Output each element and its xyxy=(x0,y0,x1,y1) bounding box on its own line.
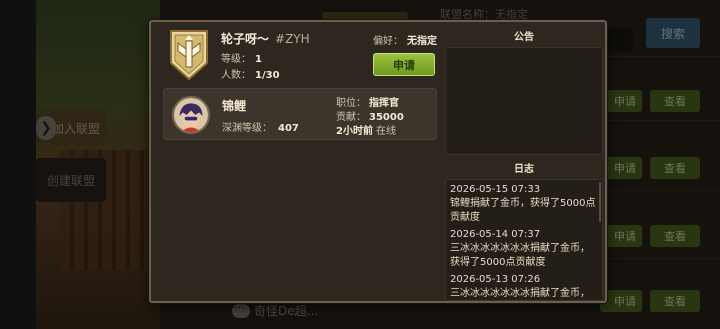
screen-edge xyxy=(0,0,36,329)
log-text: 锦鲤捐献了金币，获得了5000点贡献度 xyxy=(450,198,596,223)
member-card[interactable]: 锦鲤 深渊等级： 407 职位： 指挥官 贡献： 35000 2小时前 在线 xyxy=(163,88,437,140)
member-contribution: 贡献： 35000 xyxy=(336,108,404,123)
member-depth: 深渊等级： 407 xyxy=(222,119,299,134)
avatar-image xyxy=(172,96,210,134)
member-depth-value: 407 xyxy=(278,123,299,134)
guild-emblem-icon xyxy=(170,30,208,81)
member-status: 在线 xyxy=(375,126,396,137)
log-text: 三冰冰冰冰冰冰冰捐献了金币，获得了5000点贡献度 xyxy=(450,243,590,268)
guild-level-value: 1 xyxy=(255,54,262,65)
apply-button[interactable]: 申请 xyxy=(373,53,435,76)
guild-members-label: 人数： xyxy=(221,70,251,81)
guild-title: 轮子呀～ #ZYH xyxy=(221,30,310,47)
guild-info-section: 轮子呀～ #ZYH 等级： 1 人数： 1/30 偏好： 无指定 申请 锦鲤 深渊等级：… xyxy=(151,22,443,301)
notice-title: 公告 xyxy=(514,31,534,43)
guild-level-label: 等级： xyxy=(221,54,251,65)
member-position: 职位： 指挥官 xyxy=(336,94,399,109)
log-text: 三冰冰冰冰冰冰冰捐献了金币，获得了5000点贡献度 xyxy=(450,288,590,299)
guild-members: 人数： 1/30 xyxy=(221,66,280,81)
guild-side-panel: 公告 日志 2026-05-15 07:33 锦鲤捐献了金币，获得了5000点贡… xyxy=(443,22,605,301)
log-entry: 2026-05-15 07:33 锦鲤捐献了金币，获得了5000点贡献度 xyxy=(450,182,598,225)
member-last-seen: 2小时前 在线 xyxy=(336,122,396,137)
log-entry: 2026-05-14 07:37 三冰冰冰冰冰冰冰捐献了金币，获得了5000点贡… xyxy=(450,227,598,270)
member-depth-label: 深渊等级： xyxy=(222,123,272,134)
guild-preference-value: 无指定 xyxy=(407,36,437,47)
guild-level: 等级： 1 xyxy=(221,50,262,65)
guild-preference-label: 偏好： xyxy=(373,36,403,47)
log-time: 2026-05-14 07:37 xyxy=(450,229,541,240)
member-name: 锦鲤 xyxy=(222,99,247,113)
notice-content xyxy=(445,47,603,155)
log-time: 2026-05-15 07:33 xyxy=(450,184,541,195)
log-scrollbar[interactable] xyxy=(599,182,601,222)
log-list[interactable]: 2026-05-15 07:33 锦鲤捐献了金币，获得了5000点贡献度 202… xyxy=(445,179,603,301)
guild-tag: #ZYH xyxy=(275,32,310,46)
log-entry: 2026-05-13 07:26 三冰冰冰冰冰冰冰捐献了金币，获得了5000点贡… xyxy=(450,272,598,300)
member-last-seen-value: 2小时前 xyxy=(336,126,373,137)
guild-preference: 偏好： 无指定 xyxy=(373,32,437,47)
log-title: 日志 xyxy=(514,163,534,175)
guild-info-dialog: 轮子呀～ #ZYH 等级： 1 人数： 1/30 偏好： 无指定 申请 锦鲤 深渊等级：… xyxy=(149,20,607,303)
guild-name: 轮子呀～ xyxy=(221,32,270,46)
log-time: 2026-05-13 07:26 xyxy=(450,274,541,285)
guild-members-value: 1/30 xyxy=(255,70,280,81)
